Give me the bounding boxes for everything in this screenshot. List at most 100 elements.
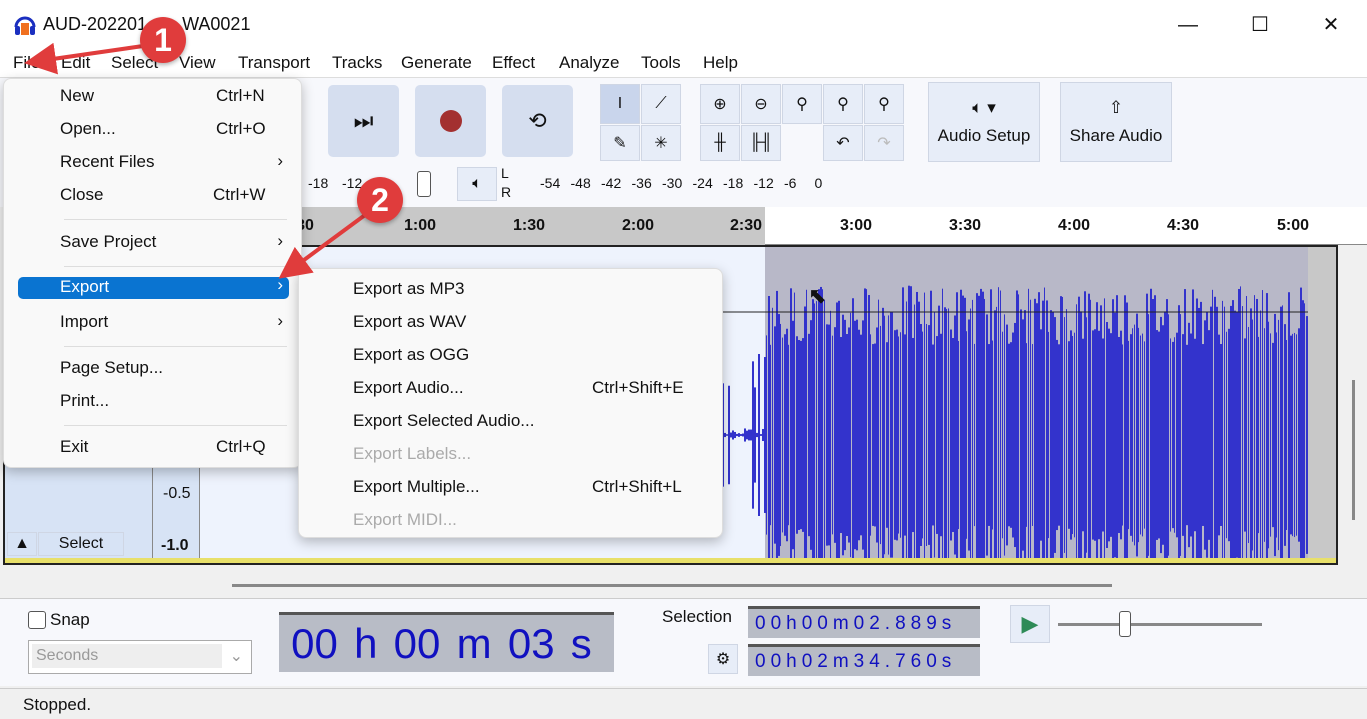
waveform-sample [1112, 299, 1114, 558]
record-button[interactable] [415, 85, 486, 157]
waveform-sample [742, 433, 744, 437]
waveform-sample [954, 315, 956, 555]
zoom-toggle-button[interactable]: ⚲ [864, 84, 904, 124]
waveform-sample [800, 340, 802, 530]
selection-settings-button[interactable]: ⚙ [708, 644, 738, 674]
waveform-sample [1224, 306, 1225, 558]
waveform-sample [752, 361, 754, 509]
ruler-tick: 1:30 [512, 217, 546, 234]
waveform-sample [1036, 303, 1038, 558]
waveform-sample [908, 285, 910, 558]
loop-button[interactable]: ⟲ [502, 85, 573, 157]
snap-unit-dropdown[interactable]: Seconds ⌄ [28, 640, 252, 674]
menu-tools[interactable]: Tools [641, 53, 681, 73]
selection-start-field[interactable]: 00h00m02.889s [748, 606, 980, 638]
export-item[interactable]: Export as MP3 [299, 275, 722, 305]
waveform-sample [1162, 325, 1164, 545]
envelope-tool-button[interactable]: ⟋ [641, 84, 681, 124]
waveform-sample [914, 304, 915, 558]
waveform-sample [1202, 344, 1204, 526]
menu-item-close[interactable]: Close Ctrl+W [4, 181, 301, 211]
selection-tool-button[interactable]: I [600, 84, 640, 124]
menu-item-page-setup[interactable]: Page Setup... [4, 354, 301, 384]
record-volume-slider[interactable] [417, 171, 431, 197]
minimize-button[interactable]: — [1165, 8, 1211, 42]
waveform-sample [1172, 341, 1174, 529]
horizontal-scrollbar[interactable] [232, 584, 1112, 587]
waveform-sample [920, 324, 922, 546]
menu-view[interactable]: View [179, 53, 216, 73]
play-speed-handle[interactable] [1119, 611, 1131, 637]
waveform-sample [1252, 319, 1253, 551]
export-item[interactable]: Export Multiple... Ctrl+Shift+L [299, 473, 722, 503]
collapse-track-button[interactable]: ▲ [7, 532, 37, 556]
menu-help[interactable]: Help [703, 53, 738, 73]
export-item[interactable]: Export as WAV [299, 308, 722, 338]
trim-button[interactable]: ╫ [700, 125, 740, 161]
waveform-sample [928, 325, 930, 545]
waveform-sample [1272, 342, 1274, 528]
multi-tool-button[interactable]: ✳ [641, 125, 681, 161]
waveform-sample [922, 331, 923, 539]
waveform-sample [910, 286, 912, 558]
export-item[interactable]: Export Audio... Ctrl+Shift+E [299, 374, 722, 404]
waveform-sample [1270, 333, 1271, 537]
undo-button[interactable]: ↶ [823, 125, 863, 161]
track-select-button[interactable]: Select [38, 532, 124, 556]
waveform-sample [1294, 332, 1295, 538]
menu-item-import[interactable]: Import › [4, 308, 301, 338]
menu-file[interactable]: File [13, 53, 40, 73]
menu-item-exit[interactable]: Exit Ctrl+Q [4, 433, 301, 463]
share-audio-button[interactable]: ⇧ Share Audio [1060, 82, 1172, 162]
waveform-sample [1238, 288, 1240, 558]
zoom-in-button[interactable]: ⊕ [700, 84, 740, 124]
menu-generate[interactable]: Generate [401, 53, 472, 73]
time-display[interactable]: 00 h 00 m 03 s [279, 612, 614, 672]
waveform-sample [1160, 316, 1162, 554]
waveform-sample [1174, 337, 1175, 533]
waveform-sample [860, 334, 862, 536]
redo-button[interactable]: ↷ [864, 125, 904, 161]
menu-item-open[interactable]: Open... Ctrl+O [4, 115, 301, 145]
waveform-sample [966, 331, 967, 539]
audio-setup-button[interactable]: 🔈︎ ▾ Audio Setup [928, 82, 1040, 162]
menu-tracks[interactable]: Tracks [332, 53, 382, 73]
menu-transport[interactable]: Transport [238, 53, 310, 73]
draw-tool-button[interactable]: ✎ [600, 125, 640, 161]
ruler-tick: 3:30 [948, 217, 982, 234]
zoom-out-button[interactable]: ⊖ [741, 84, 781, 124]
item-label: Exit [60, 437, 89, 456]
menu-effect[interactable]: Effect [492, 53, 535, 73]
menu-item-save-project[interactable]: Save Project › [4, 228, 301, 258]
waveform-sample [790, 288, 792, 558]
menu-item-recent-files[interactable]: Recent Files › [4, 148, 301, 178]
skip-to-end-button[interactable]: ⏭ [328, 85, 399, 157]
waveform-sample [960, 289, 962, 558]
export-item[interactable]: Export as OGG [299, 341, 722, 371]
menu-item-export[interactable]: Export › [18, 275, 289, 299]
vertical-scrollbar[interactable] [1352, 380, 1355, 520]
snap-checkbox[interactable] [28, 611, 46, 629]
h-unit: h [354, 619, 378, 667]
export-item[interactable]: Export Selected Audio... [299, 407, 722, 437]
menu-edit[interactable]: Edit [61, 53, 90, 73]
waveform-sample [1128, 340, 1129, 530]
waveform-sample [1084, 291, 1086, 558]
waveform-sample [1150, 288, 1152, 558]
close-button[interactable]: ✕ [1308, 8, 1354, 42]
maximize-button[interactable]: ☐ [1237, 8, 1283, 42]
selection-end-field[interactable]: 00h02m34.760s [748, 644, 980, 676]
silence-button[interactable]: ╟╢ [741, 125, 781, 161]
fit-project-button[interactable]: ⚲ [823, 84, 863, 124]
playback-meter[interactable]: 🔈︎ L R -54 -48 -42 -36 -30 -24 -18 -12 -6 0 [455, 165, 870, 203]
fit-selection-button[interactable]: ⚲ [782, 84, 822, 124]
play-speed-slider[interactable] [1058, 623, 1262, 626]
waveform-sample [1156, 330, 1158, 540]
play-at-speed-button[interactable]: ▶ [1010, 605, 1050, 643]
menu-analyze[interactable]: Analyze [559, 53, 619, 73]
waveform-sample [1208, 330, 1210, 540]
menu-item-new[interactable]: New Ctrl+N [4, 82, 301, 112]
menu-item-print[interactable]: Print... [4, 387, 301, 417]
waveform-sample [1264, 328, 1265, 542]
playback-volume-button[interactable]: 🔈︎ [457, 167, 497, 201]
